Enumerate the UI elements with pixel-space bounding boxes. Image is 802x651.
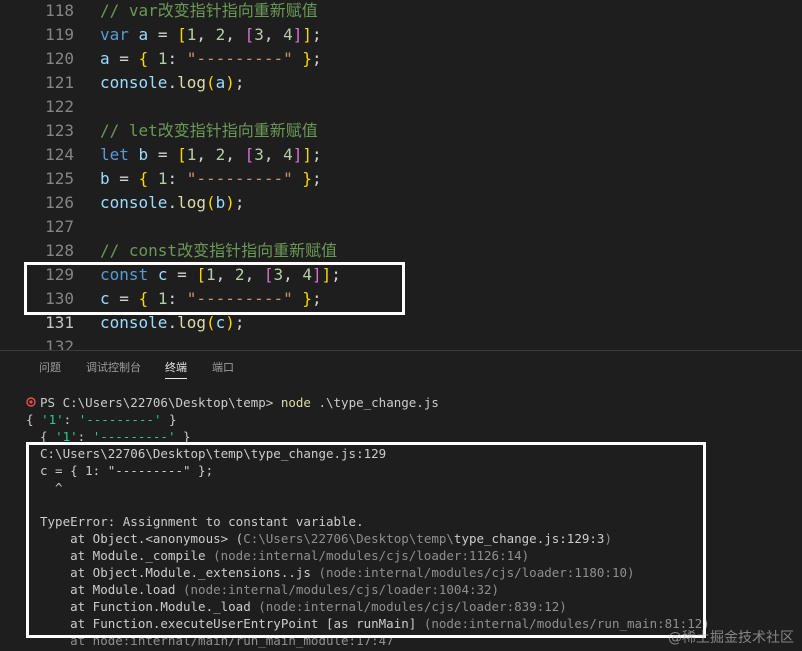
code-text: // var改变指针指向重新赋值: [100, 1, 318, 20]
terminal-command-line: PS C:\Users\22706\Desktop\temp> node .\t…: [40, 394, 439, 411]
code-line[interactable]: 121 console.log(a);: [0, 71, 802, 95]
code-line[interactable]: 125 b = { 1: "---------" };: [0, 167, 802, 191]
terminal-command-arg: .\type_change.js: [318, 395, 439, 410]
code-line[interactable]: 132: [0, 335, 802, 350]
code-text: b = { 1: "---------" };: [100, 169, 322, 188]
line-number: 122: [45, 97, 74, 116]
code-line[interactable]: 123 // let改变指针指向重新赋值: [0, 119, 802, 143]
code-line[interactable]: 124 let b = [1, 2, [3, 4]];: [0, 143, 802, 167]
tab-problems[interactable]: 问题: [39, 359, 61, 375]
line-number: 128: [45, 241, 74, 260]
code-line[interactable]: 122: [0, 95, 802, 119]
line-number: 126: [45, 193, 74, 212]
code-text: var a = [1, 2, [3, 4]];: [100, 25, 322, 44]
code-text: // const改变指针指向重新赋值: [100, 241, 338, 260]
watermark: @稀土掘金技术社区: [668, 630, 794, 646]
line-number: 127: [45, 217, 74, 236]
bottom-panel: 问题 调试控制台 终端 端口 PS C:\Users\22706\Desktop…: [0, 351, 802, 651]
code-text: a = { 1: "---------" };: [100, 49, 322, 68]
tab-ports[interactable]: 端口: [212, 359, 234, 375]
code-line[interactable]: 120 a = { 1: "---------" };: [0, 47, 802, 71]
code-line[interactable]: 118 // var改变指针指向重新赋值: [0, 0, 802, 23]
code-line[interactable]: 128 // const改变指针指向重新赋值: [0, 239, 802, 263]
code-line[interactable]: 126 console.log(b);: [0, 191, 802, 215]
line-number: 121: [45, 73, 74, 92]
line-number: 132: [45, 337, 74, 350]
code-text: console.log(b);: [100, 193, 245, 212]
line-number: 124: [45, 145, 74, 164]
line-number: 118: [45, 1, 74, 20]
code-line[interactable]: 119 var a = [1, 2, [3, 4]];: [0, 23, 802, 47]
terminal-command: node: [280, 395, 311, 410]
highlight-box-error: [26, 442, 706, 638]
terminal-output-line: { '1': '---------' }: [26, 411, 177, 428]
code-text: console.log(a);: [100, 73, 245, 92]
code-line[interactable]: 127: [0, 215, 802, 239]
line-number: 119: [45, 25, 74, 44]
line-number: 123: [45, 121, 74, 140]
error-circle-icon: [26, 397, 36, 407]
code-text: let b = [1, 2, [3, 4]];: [100, 145, 322, 164]
line-number: 120: [45, 49, 74, 68]
panel-tabs: 问题 调试控制台 终端 端口: [0, 351, 802, 381]
code-text: // let改变指针指向重新赋值: [100, 121, 318, 140]
code-editor[interactable]: 118 // var改变指针指向重新赋值 119 var a = [1, 2, [3,…: [0, 0, 802, 350]
tab-terminal[interactable]: 终端: [165, 359, 187, 379]
terminal-prompt: PS C:\Users\22706\Desktop\temp>: [40, 395, 274, 410]
highlight-box-const: [24, 262, 405, 315]
line-number: 125: [45, 169, 74, 188]
tab-debug-console[interactable]: 调试控制台: [86, 359, 141, 375]
terminal-output-a: { '1': '---------' }: [26, 412, 177, 427]
